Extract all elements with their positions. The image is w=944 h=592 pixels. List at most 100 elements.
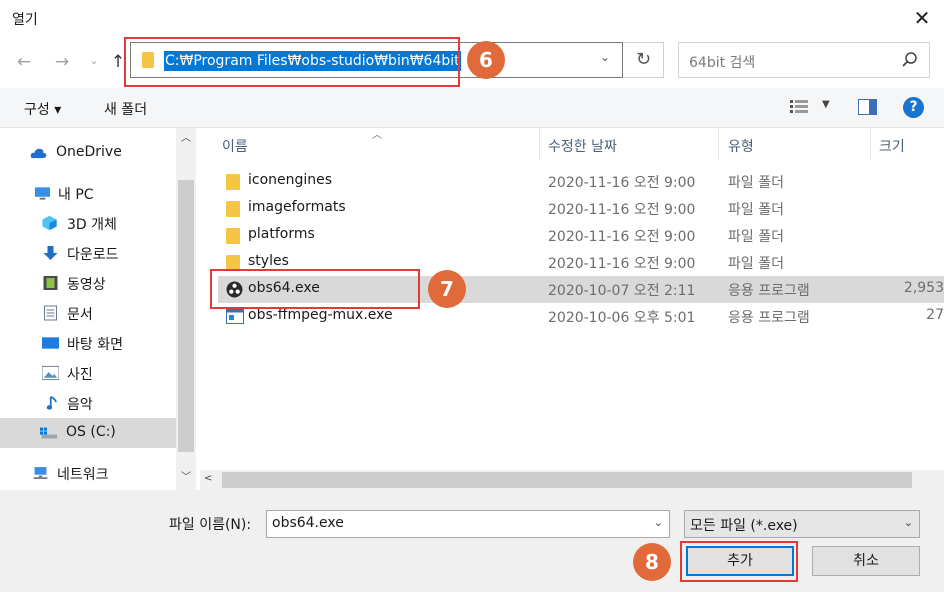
horizontal-scrollbar[interactable]: < [200, 470, 944, 490]
sidebar-scrollbar[interactable]: ︿ ﹀ [176, 128, 196, 490]
sidebar-item-documents[interactable]: 문서 [0, 298, 176, 328]
refresh-button[interactable]: ↻ [624, 42, 664, 78]
sidebar-item-label: OS (C:) [66, 424, 116, 440]
view-dropdown-icon[interactable]: ▼ [822, 99, 830, 110]
file-type: 응용 프로그램 [728, 310, 810, 326]
step-marker-8: 8 [633, 543, 671, 581]
view-options-icon[interactable] [790, 100, 808, 114]
step-marker-6: 6 [467, 41, 505, 79]
file-date: 2020-11-16 오전 9:00 [548, 175, 696, 191]
file-date: 2020-11-16 오전 9:00 [548, 229, 696, 245]
sidebar-item-label: OneDrive [56, 144, 122, 160]
sidebar-item-desktop[interactable]: 바탕 화면 [0, 328, 176, 358]
filename-input[interactable]: obs64.exe ⌄ [266, 510, 670, 538]
cancel-button[interactable]: 취소 [812, 546, 920, 576]
sidebar-item-3d-objects[interactable]: 3D 개체 [0, 208, 176, 238]
sidebar-item-label: 사진 [67, 367, 93, 383]
file-type: 파일 폴더 [728, 229, 784, 245]
sidebar-item-videos[interactable]: 동영상 [0, 268, 176, 298]
file-type: 파일 폴더 [728, 175, 784, 191]
file-date: 2020-10-07 오전 2:11 [548, 283, 696, 299]
application-icon [226, 309, 244, 324]
sidebar-item-network[interactable]: 네트워크 [0, 458, 176, 488]
scroll-down-icon[interactable]: ﹀ [180, 472, 192, 484]
cube-icon [42, 215, 57, 231]
filetype-value: 모든 파일 (*.exe) [690, 518, 798, 534]
forward-arrow-icon[interactable]: → [52, 50, 72, 74]
sidebar-item-label: 바탕 화면 [67, 337, 123, 353]
folder-icon [226, 228, 240, 244]
sidebar-item-this-pc[interactable]: 내 PC [0, 178, 176, 208]
sidebar-item-label: 내 PC [58, 187, 94, 203]
sidebar-item-label: 동영상 [67, 277, 106, 293]
callout-box-file [210, 269, 420, 309]
title-bar: 열기 ✕ [0, 0, 944, 36]
file-name: styles [248, 253, 289, 269]
scroll-left-icon[interactable]: < [204, 473, 212, 484]
sidebar-item-pictures[interactable]: 사진 [0, 358, 176, 388]
sidebar-item-label: 다운로드 [67, 247, 119, 263]
column-header-name[interactable]: 이름 [222, 136, 248, 156]
file-type: 파일 폴더 [728, 256, 784, 272]
window-title: 열기 [12, 12, 38, 28]
folder-icon [226, 201, 240, 217]
command-toolbar: 구성 ▾ 새 폴더 ▼ ? [0, 88, 944, 128]
document-icon [44, 305, 57, 321]
drive-icon [40, 427, 57, 439]
computer-icon [34, 187, 51, 200]
column-header-type[interactable]: 유형 [728, 136, 754, 156]
chevron-down-icon[interactable]: ⌄ [654, 516, 663, 529]
organize-button[interactable]: 구성 ▾ [24, 99, 61, 119]
column-divider[interactable] [718, 128, 719, 160]
list-item[interactable]: iconengines 2020-11-16 오전 9:00 파일 폴더 [218, 168, 944, 195]
file-date: 2020-11-16 오전 9:00 [548, 256, 696, 272]
filename-value[interactable]: obs64.exe [272, 515, 344, 531]
file-size: 27 [926, 307, 944, 323]
help-icon[interactable]: ? [903, 97, 924, 118]
download-icon [43, 246, 58, 260]
preview-pane-icon[interactable] [858, 99, 877, 115]
sidebar-item-downloads[interactable]: 다운로드 [0, 238, 176, 268]
picture-icon [42, 365, 59, 381]
chevron-down-icon[interactable]: ⌄ [600, 50, 610, 64]
sidebar-item-label: 문서 [67, 307, 93, 323]
column-divider[interactable] [870, 128, 871, 160]
recent-locations-chevron-icon[interactable]: ⌄ [84, 50, 104, 74]
new-folder-button[interactable]: 새 폴더 [104, 99, 147, 119]
column-header-size[interactable]: 크기 [879, 136, 905, 156]
file-type: 파일 폴더 [728, 202, 784, 218]
scroll-up-icon[interactable]: ︿ [180, 133, 192, 145]
desktop-icon [42, 337, 59, 349]
search-input[interactable]: 64bit 검색 [678, 42, 930, 78]
file-name: imageformats [248, 199, 346, 215]
column-header-date[interactable]: 수정한 날짜 [548, 136, 617, 156]
column-divider[interactable] [539, 128, 540, 160]
cloud-icon [30, 148, 47, 159]
sidebar-item-music[interactable]: 음악 [0, 388, 176, 418]
network-icon [33, 467, 48, 479]
sidebar-item-onedrive[interactable]: OneDrive [0, 138, 176, 168]
sidebar-item-os-c[interactable]: OS (C:) [0, 418, 176, 448]
filename-label: 파일 이름(N): [169, 517, 252, 533]
dialog-footer: 파일 이름(N): obs64.exe ⌄ 모든 파일 (*.exe) ⌄ 추가… [0, 490, 944, 592]
sidebar-item-label: 음악 [67, 397, 93, 413]
close-icon[interactable]: ✕ [910, 6, 934, 30]
list-item[interactable]: platforms 2020-11-16 오전 9:00 파일 폴더 [218, 222, 944, 249]
film-icon [43, 276, 58, 290]
search-icon[interactable] [901, 51, 919, 69]
scrollbar-thumb[interactable] [178, 180, 194, 452]
file-name: iconengines [248, 172, 333, 188]
refresh-icon: ↻ [635, 49, 652, 70]
file-name: platforms [248, 226, 315, 242]
file-list: ︿ 이름 수정한 날짜 유형 크기 iconengines 2020-11-16… [196, 128, 944, 490]
list-item[interactable]: imageformats 2020-11-16 오전 9:00 파일 폴더 [218, 195, 944, 222]
file-date: 2020-10-06 오후 5:01 [548, 310, 696, 326]
back-arrow-icon[interactable]: ← [14, 50, 34, 74]
sidebar-item-label: 네트워크 [57, 467, 109, 483]
music-icon [46, 395, 57, 410]
file-size: 2,953 [903, 280, 944, 296]
chevron-down-icon[interactable]: ⌄ [904, 516, 913, 529]
filetype-select[interactable]: 모든 파일 (*.exe) ⌄ [684, 510, 920, 538]
folder-icon [226, 174, 240, 190]
scrollbar-thumb[interactable] [222, 472, 912, 488]
